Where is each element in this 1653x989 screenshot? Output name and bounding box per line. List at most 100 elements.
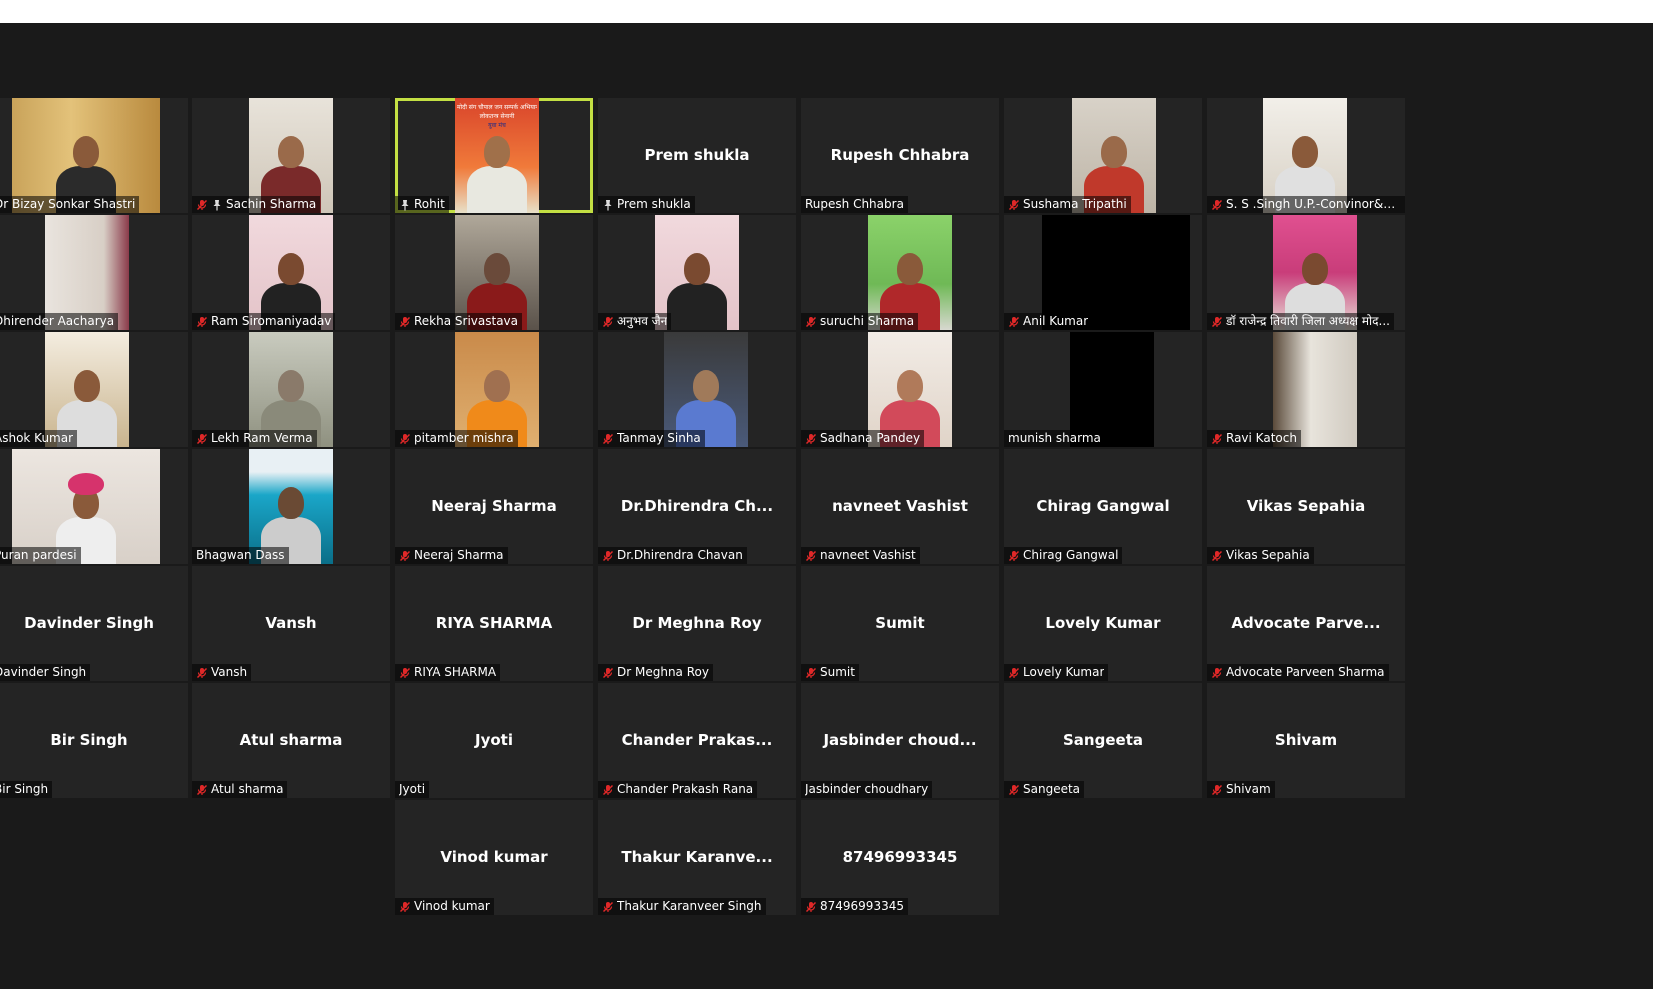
- participant-tile[interactable]: Bhagwan Dass: [192, 449, 390, 564]
- participant-name-display: Bir Singh: [50, 731, 128, 749]
- microphone-muted-icon: [805, 667, 817, 679]
- participant-tile[interactable]: Bir Singh Bir Singh: [0, 683, 188, 798]
- participant-tile[interactable]: pitamber mishra: [395, 332, 593, 447]
- microphone-muted-icon: [196, 784, 208, 796]
- participant-name: Atul sharma: [211, 782, 284, 796]
- participant-name-label: navneet Vashist: [801, 547, 920, 564]
- participant-tile[interactable]: Ashok Kumar: [0, 332, 188, 447]
- participant-tile[interactable]: Dr.Dhirendra Ch... Dr.Dhirendra Chavan: [598, 449, 796, 564]
- participant-tile[interactable]: डॉ राजेन्द्र तिवारी जिला अध्यक्ष मोद...: [1207, 215, 1405, 330]
- participant-tile[interactable]: Dr Meghna Roy Dr Meghna Roy: [598, 566, 796, 681]
- participant-tile[interactable]: Advocate Parve... Advocate Parveen Sharma: [1207, 566, 1405, 681]
- participant-name-display: Chander Prakas...: [621, 731, 773, 749]
- participant-tile[interactable]: Sadhana Pandey: [801, 332, 999, 447]
- participant-tile[interactable]: Rupesh Chhabra Rupesh Chhabra: [801, 98, 999, 213]
- participant-name-display: Prem shukla: [644, 146, 750, 164]
- participant-tile[interactable]: अनुभव जैन: [598, 215, 796, 330]
- participant-tile[interactable]: Vinod kumar Vinod kumar: [395, 800, 593, 915]
- participant-tile[interactable]: Vansh Vansh: [192, 566, 390, 681]
- participant-name-label: Vinod kumar: [395, 898, 494, 915]
- participant-tile[interactable]: Atul sharma Atul sharma: [192, 683, 390, 798]
- participant-tile[interactable]: मोदी संग चौपाल जन सम्पर्क अभियान लोकतन्त्…: [395, 98, 593, 213]
- participant-name: Dr.Dhirendra Chavan: [617, 548, 743, 562]
- pin-icon: [399, 199, 411, 211]
- microphone-muted-icon: [399, 901, 411, 913]
- participant-tile[interactable]: RIYA SHARMA RIYA SHARMA: [395, 566, 593, 681]
- participant-name: Ravi Katoch: [1226, 431, 1297, 445]
- participant-tile[interactable]: Ravi Katoch: [1207, 332, 1405, 447]
- participant-tile[interactable]: navneet Vashist navneet Vashist: [801, 449, 999, 564]
- microphone-muted-icon: [1211, 316, 1223, 328]
- participant-tile[interactable]: Vikas Sepahia Vikas Sepahia: [1207, 449, 1405, 564]
- participant-name: pitamber mishra: [414, 431, 514, 445]
- microphone-muted-icon: [399, 667, 411, 679]
- participant-name: Vinod kumar: [414, 899, 490, 913]
- participant-tile[interactable]: S. S .Singh U.P.-Convinor&All ...: [1207, 98, 1405, 213]
- participant-tile[interactable]: Shivam Shivam: [1207, 683, 1405, 798]
- participant-name-label: Ashok Kumar: [0, 430, 78, 447]
- participant-tile[interactable]: Sangeeta Sangeeta: [1004, 683, 1202, 798]
- participant-tile[interactable]: Sushama Tripathi: [1004, 98, 1202, 213]
- participant-name: Dr Bizay Sonkar Shastri: [0, 197, 136, 211]
- participant-tile[interactable]: Dr Bizay Sonkar Shastri: [0, 98, 188, 213]
- participant-tile[interactable]: Dhirender Aacharya: [0, 215, 188, 330]
- participant-tile[interactable]: Tanmay Sinha: [598, 332, 796, 447]
- participant-tile[interactable]: Davinder Singh Davinder Singh: [0, 566, 188, 681]
- participant-tile[interactable]: Sachin Sharma: [192, 98, 390, 213]
- participant-name: Ashok Kumar: [0, 431, 74, 445]
- participant-name: Sumit: [820, 665, 855, 679]
- participant-tile[interactable]: Neeraj Sharma Neeraj Sharma: [395, 449, 593, 564]
- participant-tile[interactable]: Jyoti Jyoti: [395, 683, 593, 798]
- participant-name: Vansh: [211, 665, 248, 679]
- participant-tile[interactable]: Lekh Ram Verma: [192, 332, 390, 447]
- participant-tile[interactable]: Thakur Karanve... Thakur Karanveer Singh: [598, 800, 796, 915]
- participant-name-label: Lovely Kumar: [1004, 664, 1109, 681]
- participant-name-label: suruchi Sharma: [801, 313, 919, 330]
- participant-tile[interactable]: Anil Kumar: [1004, 215, 1202, 330]
- participant-name: Sangeeta: [1023, 782, 1081, 796]
- participant-name: Rekha Srivastava: [414, 314, 519, 328]
- participant-name-label: Atul sharma: [192, 781, 288, 798]
- microphone-muted-icon: [1211, 784, 1223, 796]
- participant-tile[interactable]: Jasbinder choud... Jasbinder choudhary: [801, 683, 999, 798]
- participant-name-display: RIYA SHARMA: [435, 614, 553, 632]
- participant-tile[interactable]: 87496993345 87496993345: [801, 800, 999, 915]
- participant-name: Sachin Sharma: [226, 197, 317, 211]
- participant-tile[interactable]: Rekha Srivastava: [395, 215, 593, 330]
- participant-name-label: Rupesh Chhabra: [801, 196, 908, 213]
- participant-name: Sushama Tripathi: [1023, 197, 1127, 211]
- participant-tile[interactable]: suruchi Sharma: [801, 215, 999, 330]
- participant-name-display: Jyoti: [475, 731, 513, 749]
- participant-name: Thakur Karanveer Singh: [617, 899, 762, 913]
- participant-tile[interactable]: munish sharma: [1004, 332, 1202, 447]
- participant-tile[interactable]: Prem shukla Prem shukla: [598, 98, 796, 213]
- person-face: [1292, 136, 1318, 168]
- microphone-muted-icon: [1008, 784, 1020, 796]
- participant-name-label: Bir Singh: [0, 781, 53, 798]
- participant-name-display: Dr Meghna Roy: [632, 614, 762, 632]
- participant-name-label: Ram Siromaniyadav: [192, 313, 336, 330]
- participant-name: Anil Kumar: [1023, 314, 1089, 328]
- participant-tile[interactable]: Chander Prakas... Chander Prakash Rana: [598, 683, 796, 798]
- participant-tile[interactable]: Sumit Sumit: [801, 566, 999, 681]
- participant-tile[interactable]: Chirag Gangwal Chirag Gangwal: [1004, 449, 1202, 564]
- microphone-muted-icon: [1008, 550, 1020, 562]
- participant-name-display: Jasbinder choud...: [823, 731, 977, 749]
- participant-name-label: Anil Kumar: [1004, 313, 1093, 330]
- participant-tile[interactable]: Puran pardesi: [0, 449, 188, 564]
- participant-name-label: S. S .Singh U.P.-Convinor&All ...: [1207, 196, 1405, 213]
- participant-name: Neeraj Sharma: [414, 548, 504, 562]
- participant-name-label: Chirag Gangwal: [1004, 547, 1123, 564]
- participant-name: Jasbinder choudhary: [805, 782, 929, 796]
- participant-tile[interactable]: Ram Siromaniyadav: [192, 215, 390, 330]
- participant-tile[interactable]: Lovely Kumar Lovely Kumar: [1004, 566, 1202, 681]
- participant-name-display: Sangeeta: [1063, 731, 1143, 749]
- participant-name: डॉ राजेन्द्र तिवारी जिला अध्यक्ष मोद...: [1226, 314, 1390, 328]
- person-face: [278, 487, 304, 519]
- microphone-muted-icon: [602, 784, 614, 796]
- microphone-muted-icon: [805, 901, 817, 913]
- microphone-muted-icon: [602, 316, 614, 328]
- participant-name: Vikas Sepahia: [1226, 548, 1310, 562]
- window-top-bar: [0, 0, 1653, 23]
- participant-name-label: Sangeeta: [1004, 781, 1085, 798]
